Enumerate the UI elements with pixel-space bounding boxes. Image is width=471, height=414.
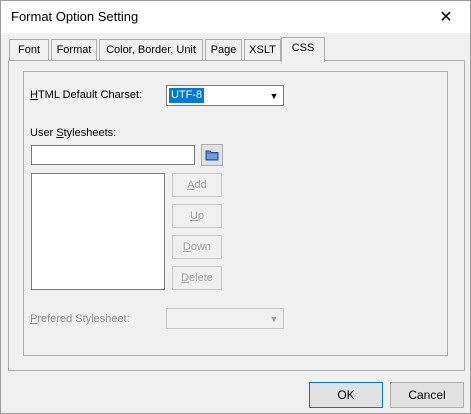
format-option-dialog: Format Option Setting ✕ Font Format Colo… [0,0,471,414]
tab-page-label: Page [210,44,237,56]
tab-format[interactable]: Format [51,39,97,61]
tab-font[interactable]: Font [9,39,49,61]
user-stylesheets-label: User Stylesheets: [30,127,117,139]
tab-page[interactable]: Page [205,39,242,61]
dialog-footer: OK Cancel [1,374,470,413]
css-tab-panel: HTML Default Charset: UTF-8 ▼ User Style… [8,60,465,371]
ok-button[interactable]: OK [309,382,383,408]
tab-color-border-unit-label: Color, Border, Unit [106,44,196,56]
browse-stylesheet-button[interactable] [201,144,223,166]
charset-label: HTML Default Charset: [30,89,143,101]
title-bar: Format Option Setting ✕ [1,1,470,33]
tab-xslt[interactable]: XSLT [244,39,281,61]
charset-select[interactable]: UTF-8 ▼ [166,85,284,106]
css-settings-group: HTML Default Charset: UTF-8 ▼ User Style… [23,71,448,356]
tab-format-label: Format [56,44,92,56]
chevron-down-icon: ▼ [269,90,279,101]
preferred-stylesheet-label: Prefered Stylesheet: [30,313,130,325]
tab-color-border-unit[interactable]: Color, Border, Unit [99,39,203,61]
cancel-button[interactable]: Cancel [390,382,464,408]
tab-xslt-label: XSLT [249,44,276,56]
down-button[interactable]: Down [172,235,222,259]
tab-css[interactable]: CSS [281,37,325,62]
stylesheet-path-input[interactable] [31,145,195,165]
tab-css-label: CSS [291,42,315,54]
delete-button[interactable]: Delete [172,266,222,290]
close-button[interactable]: ✕ [430,5,462,29]
tab-font-label: Font [17,44,40,56]
stylesheets-list[interactable] [31,173,165,290]
preferred-stylesheet-select[interactable]: ▼ [166,308,284,329]
charset-selected-value: UTF-8 [169,88,205,103]
window-title: Format Option Setting [11,9,139,24]
folder-icon [205,150,219,161]
add-button[interactable]: Add [172,173,222,197]
close-icon: ✕ [439,9,453,26]
chevron-down-icon: ▼ [269,313,279,324]
up-button[interactable]: Up [172,204,222,228]
